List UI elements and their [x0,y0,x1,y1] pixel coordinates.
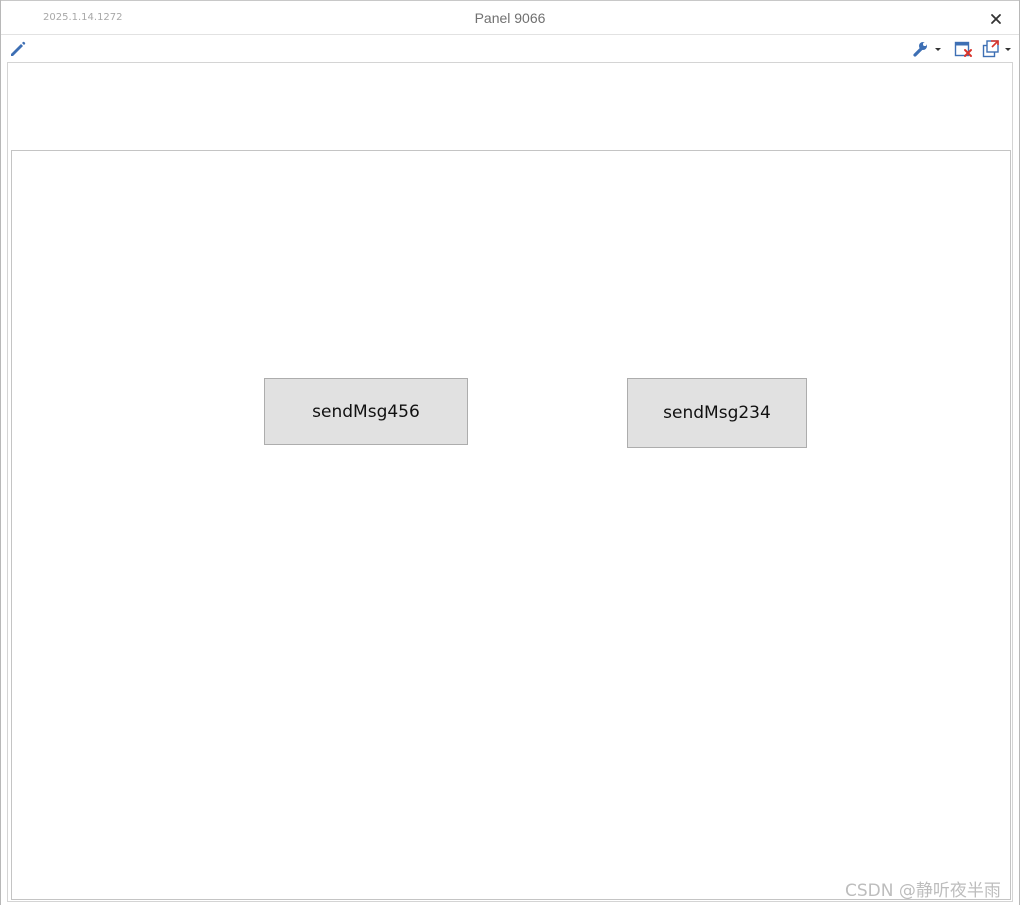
window-title: Panel 9066 [474,10,546,26]
export-menu-button[interactable] [981,39,1015,59]
toolbar [1,35,1019,62]
export-icon [982,40,999,58]
panel-window: 2025.1.14.1272 Panel 9066 sendMsg456 sen… [0,0,1020,905]
chevron-down-icon [1005,48,1011,51]
pencil-icon[interactable] [8,39,28,59]
close-panel-icon[interactable] [953,39,975,59]
chevron-down-icon [935,48,941,51]
wrench-menu-button[interactable] [911,39,945,59]
watermark: CSDN @静听夜半雨 [845,881,1001,901]
title-bar: 2025.1.14.1272 Panel 9066 [1,0,1019,35]
wrench-icon [913,42,927,57]
send-msg-234-button[interactable]: sendMsg234 [627,378,807,448]
close-icon[interactable] [987,10,1005,28]
send-msg-456-button[interactable]: sendMsg456 [264,378,468,445]
inner-panel [11,150,1011,900]
